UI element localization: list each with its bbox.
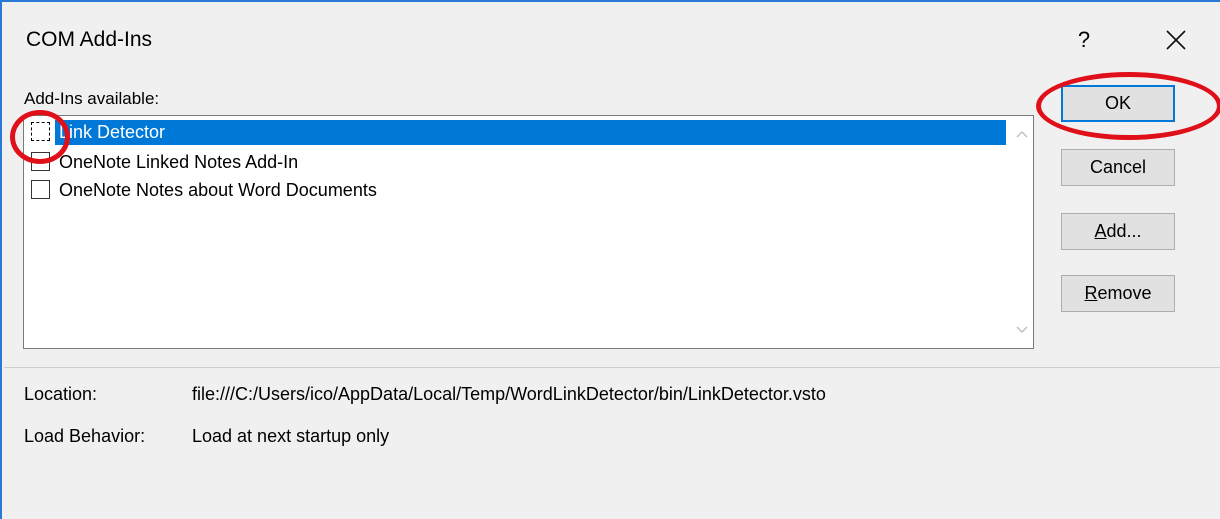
chevron-up-icon	[1016, 131, 1027, 138]
scroll-up-button[interactable]	[1010, 119, 1033, 145]
ok-button[interactable]: OK	[1061, 85, 1175, 122]
cancel-button[interactable]: Cancel	[1061, 149, 1175, 186]
title-bar: COM Add-Ins ?	[2, 2, 1220, 80]
vertical-scrollbar[interactable]	[1010, 117, 1033, 348]
addins-available-label: Add-Ins available:	[24, 89, 160, 108]
add-button-mnemonic: A	[1094, 221, 1107, 241]
list-item-label: OneNote Linked Notes Add-In	[59, 152, 299, 172]
list-item-label: Link Detector	[59, 122, 166, 142]
addins-listbox[interactable]: Link Detector OneNote Linked Notes Add-I…	[23, 115, 1034, 349]
checkbox-onenote-linked-notes[interactable]	[31, 152, 50, 171]
divider	[4, 367, 1220, 368]
scroll-down-button[interactable]	[1010, 317, 1033, 343]
list-item-onenote-linked-notes[interactable]: OneNote Linked Notes Add-In	[24, 149, 1008, 176]
ok-button-label: OK	[1104, 93, 1131, 113]
add-button[interactable]: Add...	[1061, 213, 1175, 250]
list-item-label: OneNote Notes about Word Documents	[59, 180, 377, 200]
checkbox-link-detector[interactable]	[31, 122, 50, 141]
help-button[interactable]: ?	[1064, 20, 1104, 60]
remove-button[interactable]: Remove	[1061, 275, 1175, 312]
cancel-button-label: Cancel	[1089, 157, 1147, 177]
list-item-onenote-notes-about-word[interactable]: OneNote Notes about Word Documents	[24, 177, 1008, 204]
close-button[interactable]	[1156, 20, 1196, 60]
checkbox-onenote-notes-about-word[interactable]	[31, 180, 50, 199]
list-item-link-detector[interactable]: Link Detector	[24, 119, 1008, 146]
load-behavior-label: Load Behavior:	[24, 426, 146, 446]
remove-button-mnemonic: R	[1084, 283, 1098, 303]
dialog-title: COM Add-Ins	[26, 28, 153, 51]
remove-button-label: emove	[1097, 283, 1152, 303]
location-label: Location:	[24, 384, 98, 404]
close-icon	[1166, 30, 1186, 50]
selection-highlight	[55, 120, 1006, 145]
com-addins-dialog: COM Add-Ins ? Add-Ins available: Link De…	[0, 0, 1220, 519]
help-icon: ?	[1077, 27, 1091, 52]
load-behavior-value: Load at next startup only	[192, 426, 390, 446]
chevron-down-icon	[1016, 326, 1027, 333]
add-button-label: dd...	[1106, 221, 1142, 241]
location-value: file:///C:/Users/ico/AppData/Local/Temp/…	[192, 384, 826, 404]
